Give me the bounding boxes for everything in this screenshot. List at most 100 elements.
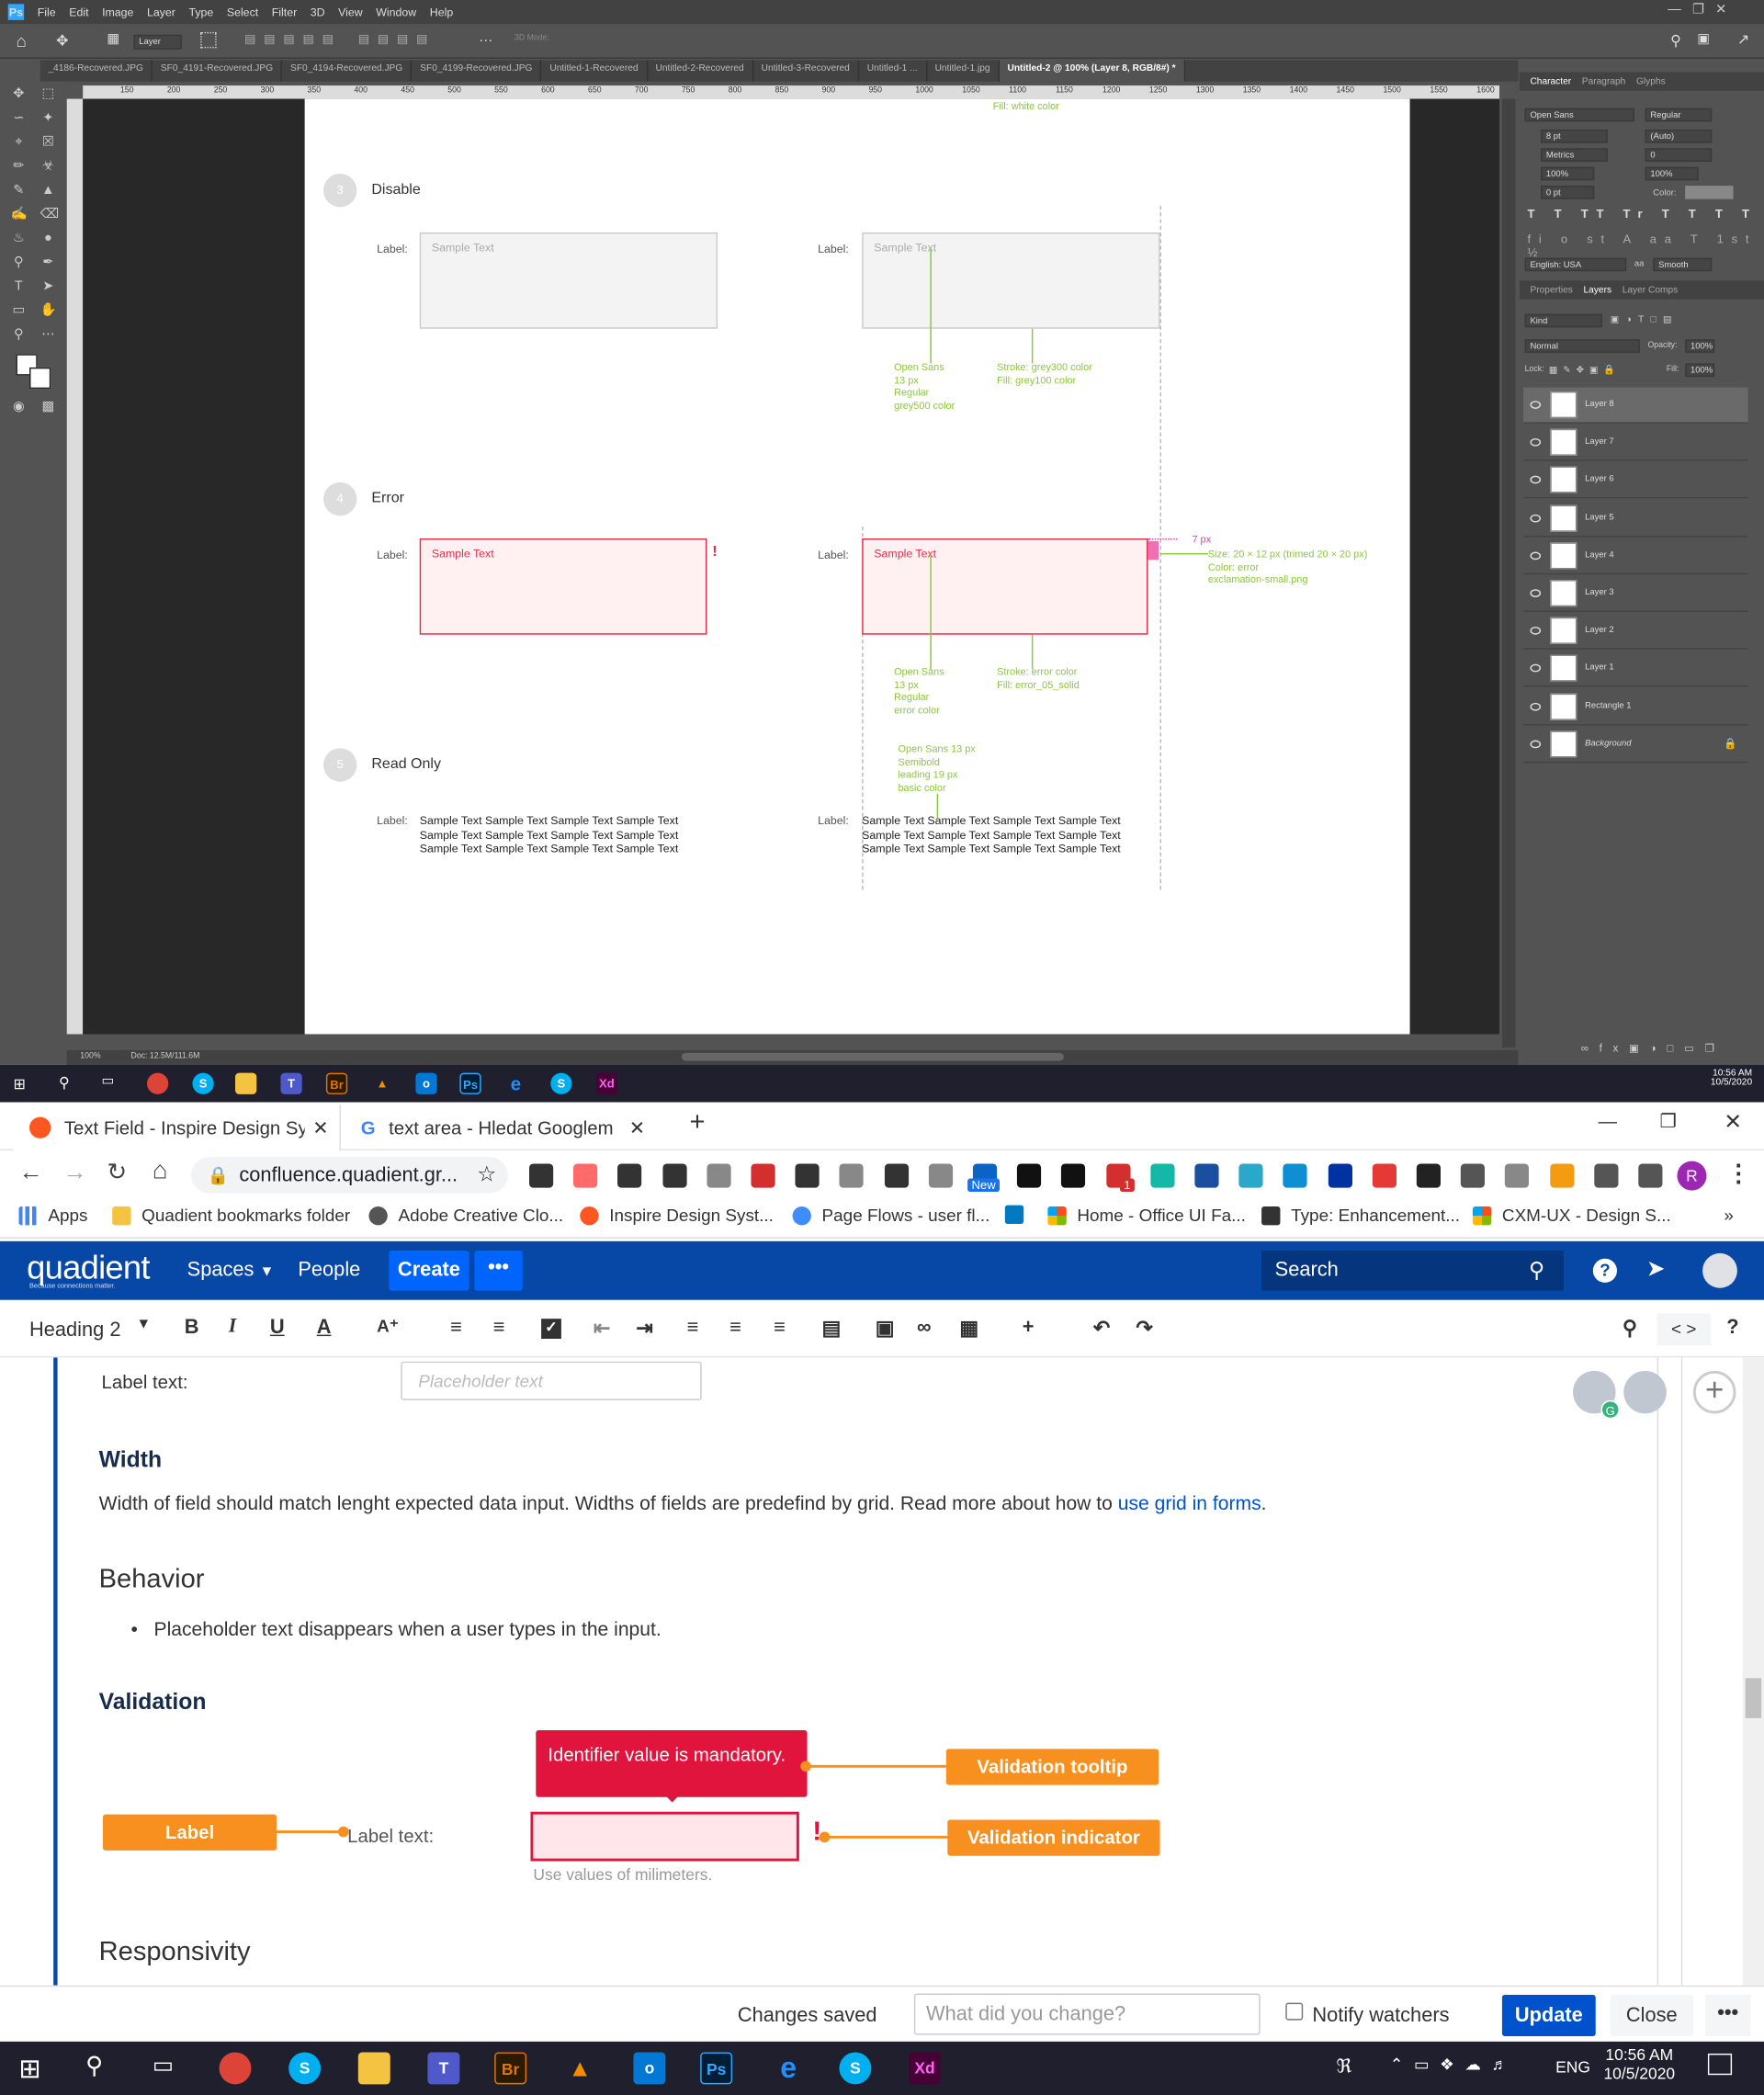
doc-tab[interactable]: Untitled-1.jpg <box>927 60 1000 82</box>
layer-row[interactable]: Layer 7 <box>1523 425 1748 461</box>
extension-icon[interactable] <box>707 1163 731 1188</box>
nav-people[interactable]: People <box>298 1259 360 1282</box>
window-controls[interactable]: — ❐ ✕ <box>1668 3 1726 17</box>
close-tab-icon[interactable]: ✕ <box>312 1116 328 1139</box>
menu-filter[interactable]: Filter <box>272 6 297 19</box>
insert-plus-icon[interactable]: + <box>1023 1316 1035 1339</box>
visibility-eye-icon[interactable] <box>1530 664 1542 673</box>
task-list-icon[interactable]: ✓ <box>541 1319 561 1339</box>
menu-help[interactable]: Help <box>430 6 453 19</box>
menu-3d[interactable]: 3D <box>311 6 325 19</box>
bookmark-folder[interactable]: Quadient bookmarks folder <box>112 1206 350 1225</box>
link-icon[interactable]: ∞ <box>917 1316 932 1339</box>
opentype-buttons[interactable]: fi o st A aa T 1st ½ <box>1528 232 1764 259</box>
home-icon[interactable]: ⌂ <box>153 1157 168 1186</box>
close-tab-icon[interactable]: ✕ <box>629 1116 645 1139</box>
visibility-eye-icon[interactable] <box>1530 551 1542 560</box>
layer-row[interactable]: Layer 3 <box>1523 576 1748 612</box>
forward-icon[interactable]: → <box>62 1159 86 1187</box>
layer-row[interactable]: Layer 2 <box>1523 614 1748 650</box>
italic-icon[interactable]: I <box>229 1316 237 1339</box>
collaborator-avatar[interactable] <box>1623 1370 1667 1414</box>
lasso-tool-icon[interactable]: ∽ <box>11 111 27 127</box>
visibility-eye-icon[interactable] <box>1530 589 1542 597</box>
numbered-list-icon[interactable]: ≡ <box>493 1316 505 1339</box>
bookmark-inspire[interactable]: Inspire Design Syst... <box>580 1206 774 1225</box>
task-view-icon[interactable]: ▭ <box>153 2052 174 2078</box>
menu-select[interactable]: Select <box>227 6 258 19</box>
task-view-icon[interactable]: ▭ <box>102 1074 115 1089</box>
layer-row[interactable]: Layer 4 <box>1523 538 1748 574</box>
bookmark-type[interactable]: Type: Enhancement... <box>1261 1206 1460 1225</box>
menu-window[interactable]: Window <box>376 6 416 19</box>
doc-tab[interactable]: SF0_4194-Recovered.JPG <box>282 60 413 82</box>
nav-spaces[interactable]: Spaces ▼ <box>187 1259 275 1282</box>
extension-icon[interactable] <box>928 1163 953 1188</box>
type-tool-icon[interactable]: T <box>11 279 27 295</box>
transform-controls-icon[interactable] <box>200 31 217 49</box>
canvas-scrollbar[interactable] <box>1501 98 1516 1048</box>
star-icon[interactable]: ☆ <box>477 1157 496 1193</box>
layer-row[interactable]: Layer 5 <box>1523 501 1748 537</box>
magic-wand-icon[interactable]: ✦ <box>40 111 56 127</box>
search-icon[interactable]: ⚲ <box>59 1074 70 1092</box>
back-icon[interactable]: ← <box>18 1159 42 1187</box>
outdent-icon[interactable]: ⇤ <box>594 1316 610 1341</box>
doc-tab[interactable]: SF0_4199-Recovered.JPG <box>412 60 542 82</box>
home-icon[interactable]: ⌂ <box>16 30 26 51</box>
bridge-icon[interactable]: Br <box>494 2052 527 2085</box>
auto-select-dropdown[interactable]: Layer <box>133 34 182 50</box>
menu-file[interactable]: File <box>38 6 56 19</box>
input-language[interactable]: ENG <box>1555 2057 1590 2076</box>
vertical-scale-field[interactable]: 100% <box>1541 166 1595 181</box>
text-color-swatch[interactable] <box>1685 186 1734 199</box>
baseline-shift-field[interactable]: 0 pt <box>1541 186 1595 199</box>
font-size-field[interactable]: 8 pt <box>1541 130 1608 143</box>
indent-icon[interactable]: ⇥ <box>636 1316 652 1341</box>
change-comment-input[interactable]: What did you change? <box>913 1993 1261 2035</box>
horizontal-scale-field[interactable]: 100% <box>1645 166 1699 181</box>
auto-select-icon[interactable]: ▦ <box>107 32 119 47</box>
dodge-tool-icon[interactable]: ⚲ <box>11 255 27 271</box>
bridge-icon[interactable]: Br <box>325 1072 348 1094</box>
move-tool-icon[interactable]: ✥ <box>56 32 68 49</box>
extension-icon[interactable] <box>662 1163 687 1188</box>
blend-mode-select[interactable]: Normal <box>1524 339 1640 353</box>
marquee-tool-icon[interactable]: ⬚ <box>40 87 56 103</box>
browser-tab-active[interactable]: Text Field - Inspire Design Systen ✕ <box>13 1104 341 1150</box>
extension-icon[interactable] <box>617 1163 642 1188</box>
frame-tool-icon[interactable]: ☒ <box>40 135 56 151</box>
layer-row[interactable]: Background 🔒 <box>1523 727 1748 763</box>
source-editor-icon[interactable]: < > <box>1657 1313 1711 1346</box>
kerning-field[interactable]: Metrics <box>1541 148 1608 162</box>
extension-icon[interactable] <box>1283 1163 1308 1188</box>
brush-tool-icon[interactable]: ✎ <box>11 183 27 198</box>
xd-icon[interactable]: Xd <box>909 2052 941 2085</box>
layer-row[interactable]: Rectangle 1 <box>1523 689 1748 725</box>
align-right-icon[interactable]: ≡ <box>774 1316 786 1339</box>
help-icon[interactable]: ? <box>1592 1258 1617 1283</box>
workspace-icon[interactable]: ▣ <box>1697 32 1710 47</box>
extension-icon[interactable] <box>751 1163 775 1188</box>
zoom-level[interactable]: 100% <box>80 1053 100 1061</box>
photoshop-icon[interactable]: Ps <box>700 2052 733 2085</box>
skype-icon[interactable]: S <box>192 1072 214 1094</box>
layer-panel-footer-icons[interactable]: ∞fx▣◑□▭❒ <box>1581 1042 1725 1054</box>
extension-icon[interactable] <box>1017 1163 1042 1188</box>
visibility-eye-icon[interactable] <box>1530 476 1542 484</box>
minimize-icon[interactable]: — <box>1599 1110 1617 1131</box>
more-button[interactable]: ••• <box>474 1251 523 1291</box>
path-select-icon[interactable]: ➤ <box>40 279 56 295</box>
visibility-eye-icon[interactable] <box>1530 702 1542 710</box>
extension-icon[interactable] <box>1061 1163 1086 1188</box>
more-actions-button[interactable]: ••• <box>1704 1994 1751 2037</box>
create-button[interactable]: Create <box>389 1251 469 1291</box>
undo-icon[interactable]: ↶ <box>1093 1316 1110 1341</box>
zoom-tool-icon[interactable]: ⚲ <box>11 327 27 343</box>
stamp-tool-icon[interactable]: ▲ <box>40 183 56 198</box>
visibility-eye-icon[interactable] <box>1530 627 1542 635</box>
chevron-down-icon[interactable]: ▼ <box>136 1316 151 1331</box>
quick-mask-icon[interactable]: ◉ <box>11 400 27 415</box>
page-scrollbar[interactable] <box>1742 1357 1764 1986</box>
extension-icon[interactable] <box>529 1163 554 1188</box>
